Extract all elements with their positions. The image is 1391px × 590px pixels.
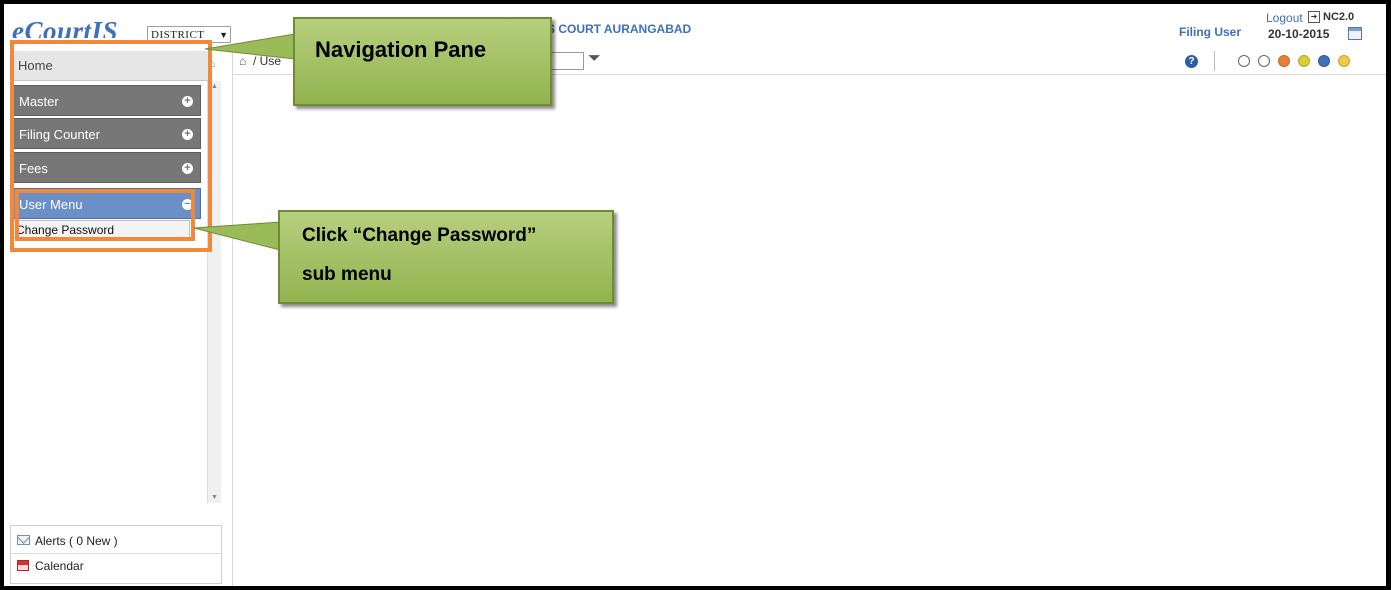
callout-connectors: [193, 33, 296, 251]
callout-text: sub menu: [302, 264, 392, 285]
navigation-pane-callout: Navigation Pane: [293, 17, 552, 106]
callout-text: Click “Change Password”: [302, 225, 537, 246]
app-frame: eCourtIS DISTRICT ▼ S COURT AURANGABAD F…: [4, 4, 1386, 586]
callout-pointer: [193, 221, 281, 251]
change-password-callout: Click “Change Password” sub menu: [278, 210, 614, 304]
callout-text: Navigation Pane: [315, 37, 487, 62]
callout-pointer: [204, 33, 296, 60]
